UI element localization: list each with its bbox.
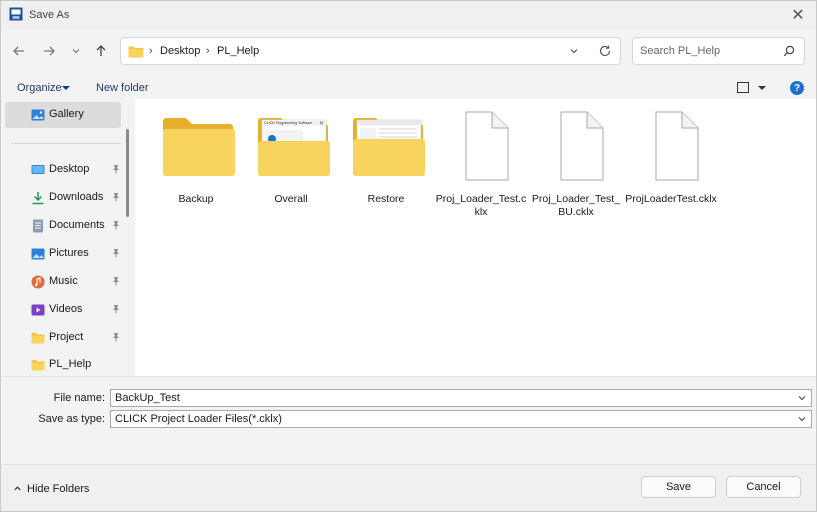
save-type-label: Save as type: [38,413,105,425]
search-icon[interactable] [783,45,795,57]
window-title: Save As [29,9,70,21]
chevron-up-icon [14,486,21,491]
preview-window-title: CLICK Programming Software [264,121,313,125]
title-bar: Save As ✕ [1,1,816,29]
gallery-icon [31,109,45,121]
sidebar-item-pictures[interactable]: Pictures [5,241,121,267]
save-type-value: CLICK Project Loader Files(*.cklx) [115,413,282,425]
documents-icon [33,219,43,233]
music-icon [31,275,45,289]
pictures-icon [31,248,45,260]
recent-locations-chevron-icon[interactable] [66,41,86,61]
hide-folders-button[interactable]: Hide Folders [13,483,89,495]
close-icon[interactable]: ✕ [788,5,808,25]
sidebar-item-label: Videos [49,303,83,315]
sidebar-item-videos[interactable]: Videos [5,297,121,323]
breadcrumb-pl-help[interactable]: PL_Help [217,45,259,57]
view-options-caret-icon[interactable] [758,86,766,90]
navigation-bar: › Desktop › PL_Help Search PL_Help [1,29,816,73]
address-bar[interactable]: › Desktop › PL_Help [120,37,621,65]
navigation-pane: Gallery Desktop Downloads Documents Pict… [1,99,135,376]
folder-icon [31,333,45,344]
organize-caret-icon[interactable] [62,86,70,90]
sidebar-item-label: Pictures [49,247,89,259]
up-arrow-icon[interactable] [91,41,111,61]
sidebar-divider [11,143,121,144]
sidebar-item-desktop[interactable]: Desktop [5,157,121,183]
organize-button[interactable]: Organize [17,82,62,94]
file-name-label: Proj_Loader_Test_BU.cklx [531,193,621,218]
sidebar-item-project[interactable]: Project [5,325,121,351]
chevron-down-icon[interactable] [797,414,807,424]
sidebar-item-pl-help[interactable]: PL_Help [5,352,121,376]
file-item-overall[interactable]: CLICK Programming Software Overall [244,111,334,231]
cancel-button[interactable]: Cancel [726,476,801,498]
pin-icon [113,333,119,342]
file-name-value: BackUp_Test [115,392,180,404]
document-file-icon [655,111,699,181]
forward-arrow-icon[interactable] [39,41,59,61]
save-type-select[interactable]: CLICK Project Loader Files(*.cklx) [110,410,812,428]
sidebar-item-label: PL_Help [49,358,92,370]
app-icon [9,7,23,21]
help-icon[interactable]: ? [790,81,804,95]
pin-icon [113,221,119,230]
sidebar-item-music[interactable]: Music [5,269,121,295]
pin-icon [113,165,119,174]
refresh-icon[interactable] [598,44,612,58]
breadcrumb-separator-icon: › [206,45,210,57]
file-item-projloadertest[interactable]: ProjLoaderTest.cklx [624,111,717,231]
sidebar-item-downloads[interactable]: Downloads [5,185,121,211]
file-item-proj-loader-test[interactable]: Proj_Loader_Test.cklx [434,111,526,231]
pin-icon [113,249,119,258]
file-list: Backup CLICK Programming Software Overal… [135,99,816,376]
file-name-label: File name: [53,392,105,404]
document-file-icon [465,111,509,181]
sidebar-item-label: Gallery [49,108,84,120]
document-file-icon [560,111,604,181]
sidebar-item-label: Downloads [49,191,104,203]
file-name-label: Proj_Loader_Test.cklx [435,193,527,218]
sidebar-item-label: Documents [49,219,105,231]
breadcrumb-desktop[interactable]: Desktop [160,45,200,57]
breadcrumb-separator-icon: › [149,45,153,57]
pin-icon [113,277,119,286]
desktop-icon [31,165,45,174]
sidebar-item-label: Music [49,275,78,287]
save-options: File name: BackUp_Test Save as type: CLI… [1,376,816,465]
file-name-label: Backup [178,193,214,205]
address-dropdown-chevron-icon[interactable] [569,46,579,56]
folder-icon [163,118,235,176]
folder-icon [128,46,144,58]
back-arrow-icon[interactable] [9,41,29,61]
view-options-icon[interactable] [737,82,749,93]
dialog-footer: Hide Folders Save Cancel [1,464,816,511]
file-name-label: Overall [274,193,308,205]
new-folder-button[interactable]: New folder [96,82,149,94]
search-placeholder: Search PL_Help [640,45,721,57]
sidebar-item-label: Project [49,331,84,343]
folder-with-preview-icon [353,118,425,176]
file-item-backup[interactable]: Backup [149,111,239,231]
downloads-icon [32,192,44,205]
save-as-dialog: Save As ✕ › Desktop › PL_Help Search PL_… [0,0,817,512]
hide-folders-label: Hide Folders [27,483,90,495]
file-item-proj-loader-test-bu[interactable]: Proj_Loader_Test_BU.cklx [529,111,620,231]
sidebar-scrollbar[interactable] [126,129,129,217]
file-name-label: ProjLoaderTest.cklx [625,193,717,205]
folder-icon [31,360,45,371]
file-name-input[interactable]: BackUp_Test [110,389,812,407]
chevron-down-icon[interactable] [797,393,807,403]
videos-icon [31,304,45,316]
file-name-label: Restore [367,193,405,205]
sidebar-item-gallery[interactable]: Gallery [5,102,121,128]
search-input[interactable]: Search PL_Help [632,37,805,65]
sidebar-item-label: Desktop [49,163,90,175]
save-button[interactable]: Save [641,476,716,498]
pin-icon [113,305,119,314]
file-item-restore[interactable]: Restore [339,111,429,231]
sidebar-item-documents[interactable]: Documents [5,213,121,239]
pin-icon [113,193,119,202]
